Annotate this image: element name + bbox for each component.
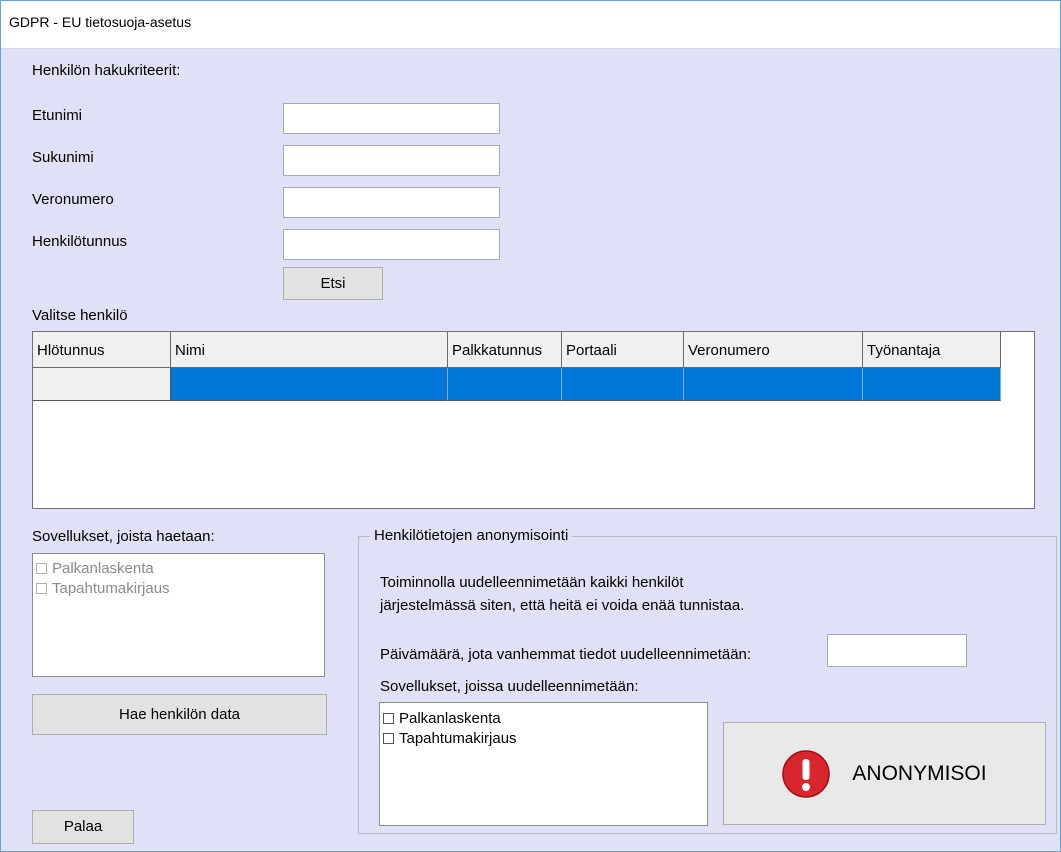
last-name-label: Sukunimi xyxy=(32,149,94,166)
checkbox-icon[interactable] xyxy=(36,582,47,594)
row-header[interactable] xyxy=(33,368,171,401)
fetch-person-data-button[interactable]: Hae henkilön data xyxy=(32,694,327,735)
column-header-tax-number[interactable]: Veronumero xyxy=(684,332,863,368)
tax-number-label: Veronumero xyxy=(32,191,114,208)
table-cell-portal[interactable] xyxy=(562,368,684,401)
first-name-input[interactable] xyxy=(283,103,500,134)
anonymize-button-label: ANONYMISOI xyxy=(852,761,987,785)
personal-id-input[interactable] xyxy=(283,229,500,260)
checkbox-icon[interactable] xyxy=(36,562,47,574)
column-header-name[interactable]: Nimi xyxy=(171,332,448,368)
table-cell-name[interactable] xyxy=(171,368,448,401)
applications-label: Sovellukset, joista haetaan: xyxy=(32,528,215,545)
app-checkbox-payroll[interactable]: Palkanlaskenta xyxy=(33,558,324,578)
date-input[interactable] xyxy=(827,634,967,667)
anonymization-description-line2: järjestelmässä siten, että heitä ei void… xyxy=(380,597,745,614)
app-checkbox-event-log[interactable]: Tapahtumakirjaus xyxy=(33,578,324,598)
title-bar: GDPR - EU tietosuoja-asetus xyxy=(0,0,1061,49)
tax-number-input[interactable] xyxy=(283,187,500,218)
anonymize-apps-checklist[interactable]: Palkanlaskenta Tapahtumakirjaus xyxy=(379,702,708,826)
back-button[interactable]: Palaa xyxy=(32,810,134,844)
column-header-person-id[interactable]: Hlötunnus xyxy=(33,332,171,368)
checkbox-icon[interactable] xyxy=(383,732,394,744)
applications-checklist[interactable]: Palkanlaskenta Tapahtumakirjaus xyxy=(32,553,325,677)
anonymize-apps-label: Sovellukset, joissa uudelleennimetään: xyxy=(380,678,639,695)
table-cell-payroll-id[interactable] xyxy=(448,368,562,401)
anonymize-checkbox-event-log[interactable]: Tapahtumakirjaus xyxy=(380,728,707,748)
search-button[interactable]: Etsi xyxy=(283,267,383,300)
column-header-payroll-id[interactable]: Palkkatunnus xyxy=(448,332,562,368)
table-cell-tax-number[interactable] xyxy=(684,368,863,401)
first-name-label: Etunimi xyxy=(32,107,83,124)
search-criteria-heading: Henkilön hakukriteerit: xyxy=(32,62,181,79)
column-header-portal[interactable]: Portaali xyxy=(562,332,684,368)
anonymization-description-line1: Toiminnolla uudelleennimetään kaikki hen… xyxy=(380,574,684,591)
last-name-input[interactable] xyxy=(283,145,500,176)
person-grid[interactable]: Hlötunnus Nimi Palkkatunnus Portaali Ver… xyxy=(32,331,1035,509)
personal-id-label: Henkilötunnus xyxy=(32,233,128,250)
column-header-employer[interactable]: Työnantaja xyxy=(863,332,1001,368)
anonymize-checkbox-payroll[interactable]: Palkanlaskenta xyxy=(380,708,707,728)
window-title: GDPR - EU tietosuoja-asetus xyxy=(9,14,192,30)
date-label: Päivämäärä, jota vanhemmat tiedot uudell… xyxy=(380,646,752,663)
anonymization-group-title: Henkilötietojen anonymisointi xyxy=(370,527,573,544)
checkbox-icon[interactable] xyxy=(383,712,394,724)
table-cell-employer[interactable] xyxy=(863,368,1001,401)
select-person-label: Valitse henkilö xyxy=(32,307,128,324)
anonymize-button[interactable]: ANONYMISOI xyxy=(723,722,1046,825)
warning-icon xyxy=(782,749,831,798)
